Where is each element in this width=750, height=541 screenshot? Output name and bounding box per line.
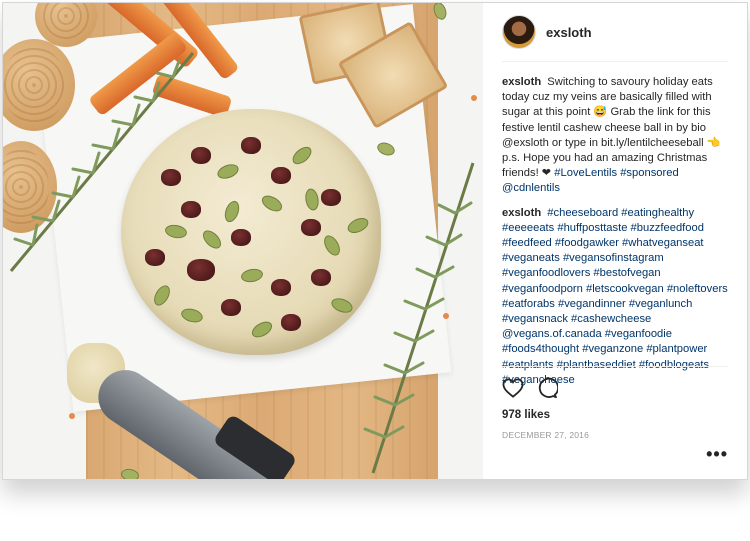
post-sidebar: exsloth exsloth Switching to savoury hol…	[483, 3, 747, 479]
likes-count[interactable]: 978 likes	[502, 409, 728, 421]
rosemary-sprig	[363, 162, 475, 474]
post-actions: 978 likes DECEMBER 27, 2016	[502, 366, 728, 440]
instagram-post: exsloth exsloth Switching to savoury hol…	[2, 2, 748, 480]
caption: exsloth Switching to savoury holiday eat…	[502, 75, 728, 197]
lentil	[471, 95, 477, 101]
comment: exsloth #cheeseboard #eatinghealthy #eee…	[502, 206, 728, 388]
comments-section: exsloth Switching to savoury holiday eat…	[502, 62, 728, 388]
lentil	[69, 413, 75, 419]
heart-icon[interactable]	[502, 378, 524, 398]
comment-icon[interactable]	[536, 377, 558, 399]
caption-username[interactable]: exsloth	[502, 76, 541, 88]
rosemary-sprig	[9, 52, 195, 272]
caption-text: Switching to savoury holiday eats today …	[502, 76, 721, 180]
more-options-icon[interactable]: •••	[706, 444, 728, 465]
post-header: exsloth	[502, 3, 728, 62]
username-link[interactable]: exsloth	[546, 25, 592, 40]
comment-hashtags[interactable]: #cheeseboard #eatinghealthy #eeeeeats #h…	[502, 207, 728, 386]
lentil	[443, 313, 449, 319]
post-date: DECEMBER 27, 2016	[502, 430, 590, 440]
avatar[interactable]	[502, 15, 536, 49]
post-image[interactable]	[3, 3, 483, 479]
comment-username[interactable]: exsloth	[502, 207, 541, 219]
